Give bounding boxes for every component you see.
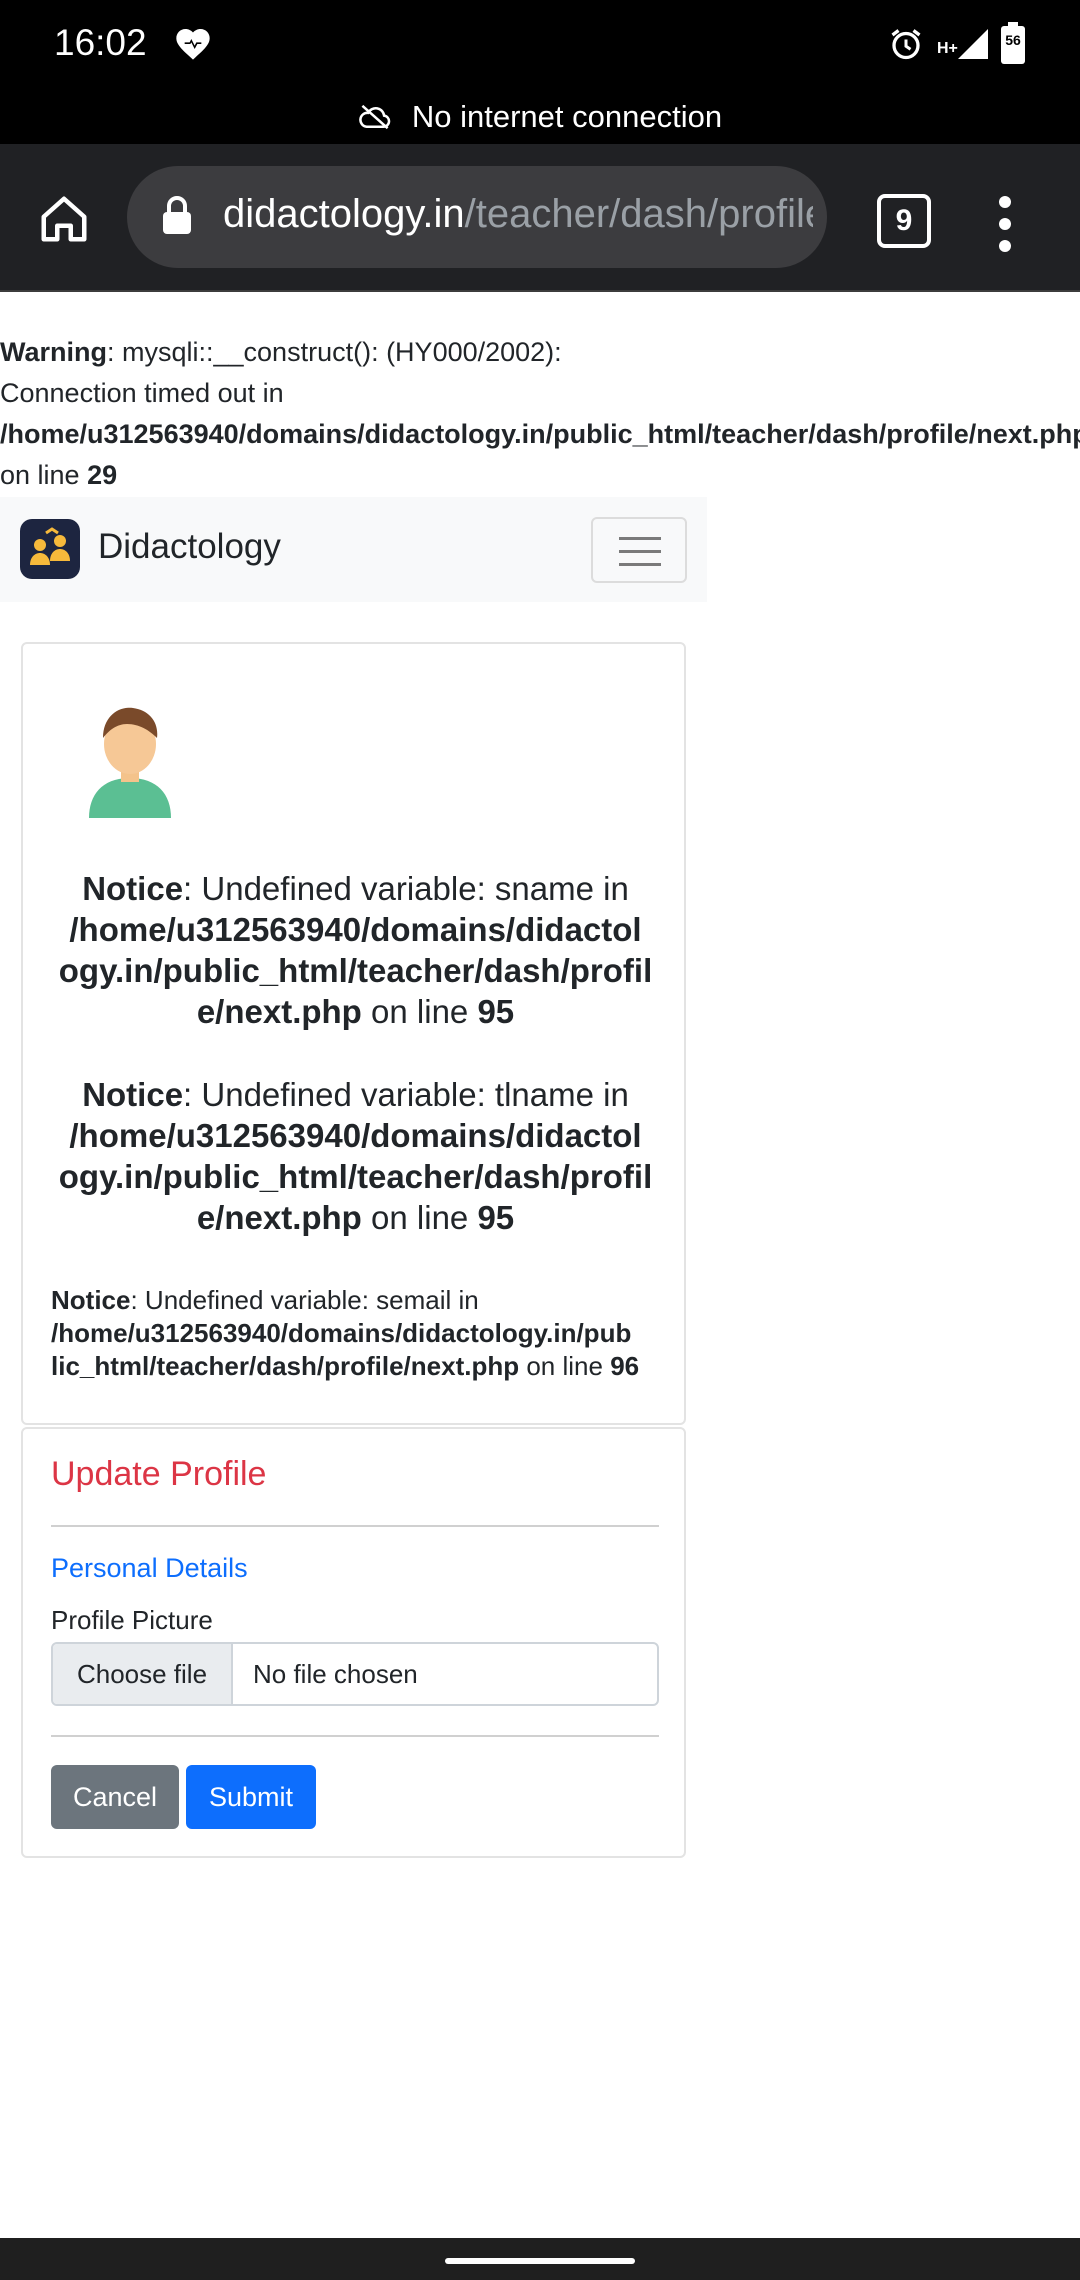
offline-text: No internet connection xyxy=(411,99,723,134)
file-status-text: No file chosen xyxy=(253,1659,418,1689)
address-bar[interactable]: didactology.in/teacher/dash/profile/next… xyxy=(127,166,827,268)
alarm-icon xyxy=(891,29,921,60)
home-icon[interactable] xyxy=(36,192,92,246)
status-time: 16:02 xyxy=(54,22,147,63)
submit-button[interactable]: Submit xyxy=(186,1765,316,1829)
notice-semail: Notice: Undefined variable: semail in /h… xyxy=(51,1285,640,1381)
battery-icon: 56 xyxy=(1000,22,1026,64)
personal-details-heading: Personal Details xyxy=(51,1553,248,1583)
url-text[interactable]: didactology.in/teacher/dash/profile/next… xyxy=(223,192,813,237)
notice-tlname: Notice: Undefined variable: tlname in /h… xyxy=(58,1076,653,1236)
warning-line: 29 xyxy=(87,460,118,490)
home-gesture-handle[interactable] xyxy=(445,2258,635,2264)
navbar-toggler-button[interactable] xyxy=(591,517,687,583)
lock-icon xyxy=(163,196,191,234)
notice-sname: Notice: Undefined variable: sname in /ho… xyxy=(58,870,653,1030)
cloud-off-icon xyxy=(359,104,391,130)
profile-picture-label: Profile Picture xyxy=(51,1605,213,1635)
system-nav-bar xyxy=(0,2238,1080,2280)
choose-file-button[interactable]: Choose file xyxy=(53,1644,233,1704)
user-avatar-icon xyxy=(89,707,171,818)
profile-card: Notice: Undefined variable: sname in /ho… xyxy=(21,642,686,1425)
php-warning: Warning: mysqli::__construct(): (HY000/2… xyxy=(0,332,1080,496)
update-profile-card: Update Profile Personal Details Profile … xyxy=(21,1427,686,1858)
warning-path: /home/u312563940/domains/didactology.in/… xyxy=(0,419,1080,449)
divider xyxy=(51,1735,659,1737)
url-domain: didactology.in xyxy=(223,192,465,236)
tab-switcher-button[interactable]: 9 xyxy=(877,194,931,248)
brand-logo[interactable] xyxy=(20,519,80,579)
cancel-button[interactable]: Cancel xyxy=(51,1765,179,1829)
url-path: /teacher/dash/profile/next.php xyxy=(464,192,813,236)
brand-name[interactable]: Didactology xyxy=(98,527,281,567)
warning-message-cont: Connection timed out in xyxy=(0,378,284,408)
divider xyxy=(51,1525,659,1527)
warning-label: Warning xyxy=(0,337,107,367)
profile-picture-file-input[interactable]: Choose file No file chosen xyxy=(51,1642,659,1706)
warning-line-prefix: on line xyxy=(0,460,80,490)
site-navbar: Didactology xyxy=(0,497,707,602)
battery-level: 56 xyxy=(1005,32,1021,48)
signal-icon xyxy=(958,29,988,59)
warning-message: : mysqli::__construct(): (HY000/2002): xyxy=(107,337,562,367)
offline-banner: No internet connection xyxy=(0,90,1080,144)
status-bar: 16:02 H+ 56 xyxy=(0,0,1080,90)
heart-icon xyxy=(176,29,210,60)
update-profile-title: Update Profile xyxy=(51,1455,267,1493)
more-vert-icon[interactable] xyxy=(996,196,1014,262)
